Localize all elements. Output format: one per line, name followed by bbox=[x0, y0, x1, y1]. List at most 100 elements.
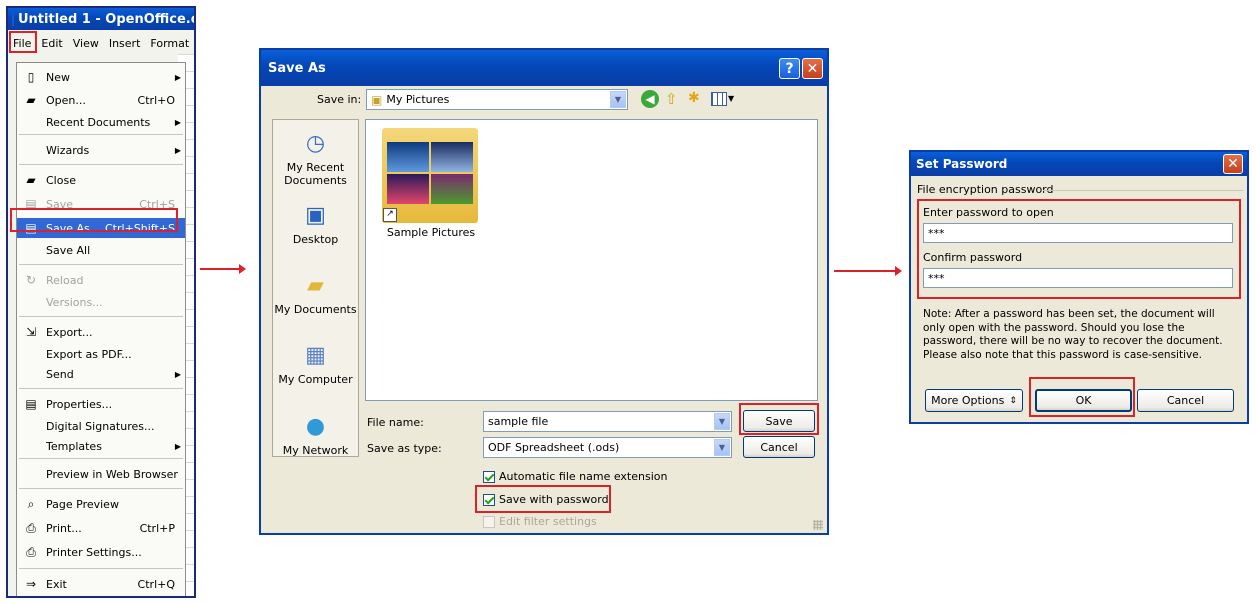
file-menu-item-send[interactable]: Send ▶ bbox=[17, 364, 185, 384]
file-menu-item-recent-documents[interactable]: Recent Documents ▶ bbox=[17, 112, 185, 132]
file-menu-item-export-as-pdf[interactable]: Export as PDF... bbox=[17, 344, 185, 364]
confirm-password-field[interactable]: *** bbox=[923, 268, 1233, 288]
file-menu-item-label: Templates bbox=[46, 439, 102, 453]
chevron-down-icon[interactable]: ▼ bbox=[714, 439, 730, 456]
pictures-folder-icon: ▣ bbox=[371, 92, 383, 107]
save-button[interactable]: Save bbox=[743, 410, 815, 432]
menu-edit[interactable]: Edit bbox=[36, 37, 67, 50]
close-icon[interactable]: ✕ bbox=[802, 58, 823, 79]
file-list[interactable]: ↗ Sample Pictures bbox=[365, 119, 818, 401]
view-menu-icon[interactable] bbox=[711, 92, 727, 106]
edit-filter-option: Edit filter settings bbox=[483, 515, 597, 528]
save-as-titlebar: Save As bbox=[261, 50, 827, 86]
file-menu-item-preview-in-web-browser[interactable]: Preview in Web Browser bbox=[17, 464, 185, 484]
enter-password-field[interactable]: *** bbox=[923, 223, 1233, 243]
file-menu-item-digital-signatures[interactable]: Digital Signatures... bbox=[17, 416, 185, 436]
file-menu-item-new[interactable]: ▯ New ▶ bbox=[17, 67, 185, 87]
file-menu-item-label: Close bbox=[46, 173, 76, 187]
place-desktop[interactable]: ▣ Desktop bbox=[273, 200, 358, 246]
file-menu-item-label: Open... bbox=[46, 93, 86, 107]
file-menu-item-exit[interactable]: ⇒ Exit Ctrl+Q bbox=[17, 574, 185, 594]
save-type-dropdown[interactable]: ODF Spreadsheet (.ods) ▼ bbox=[483, 437, 732, 458]
openoffice-menubar: File Edit View Insert Format bbox=[8, 32, 194, 54]
more-options-button[interactable]: More Options ⇕ bbox=[925, 389, 1023, 412]
save-type-label: Save as type: bbox=[367, 442, 442, 455]
expand-icon: ⇕ bbox=[1009, 395, 1017, 406]
close-document-icon: ▰ bbox=[26, 173, 36, 187]
file-name-input[interactable]: sample file ▼ bbox=[483, 411, 732, 432]
auto-extension-label: Automatic file name extension bbox=[499, 470, 668, 483]
menu-file[interactable]: File bbox=[8, 37, 36, 50]
file-menu-item-templates[interactable]: Templates ▶ bbox=[17, 436, 185, 456]
file-menu-item-page-preview[interactable]: ⌕ Page Preview bbox=[17, 494, 185, 514]
reload-icon: ↻ bbox=[25, 273, 37, 287]
file-menu-item-open[interactable]: ▰ Open... Ctrl+O bbox=[17, 90, 185, 110]
place-recent[interactable]: ◷ My Recent Documents bbox=[273, 128, 358, 187]
auto-extension-checkbox[interactable] bbox=[483, 471, 495, 483]
back-icon[interactable]: ◀ bbox=[641, 90, 659, 108]
place-my-network[interactable]: ● My Network bbox=[273, 411, 358, 457]
help-icon[interactable]: ? bbox=[779, 58, 800, 79]
file-menu-item-print[interactable]: ⎙ Print... Ctrl+P bbox=[17, 518, 185, 538]
edit-filter-checkbox bbox=[483, 516, 495, 528]
export-icon: ⇲ bbox=[25, 325, 37, 339]
view-dropdown-icon[interactable]: ▼ bbox=[728, 94, 734, 103]
file-menu-item-label: Save bbox=[46, 197, 74, 211]
sample-pictures-folder-icon[interactable]: ↗ bbox=[382, 128, 478, 223]
password-note: Note: After a password has been set, the… bbox=[923, 308, 1223, 361]
menu-separator bbox=[19, 316, 183, 317]
more-options-label: More Options bbox=[931, 394, 1005, 407]
menu-view[interactable]: View bbox=[68, 37, 104, 50]
chevron-down-icon[interactable]: ▼ bbox=[610, 91, 626, 108]
file-menu-item-save-all[interactable]: Save All bbox=[17, 240, 185, 260]
file-menu-item-export[interactable]: ⇲ Export... bbox=[17, 322, 185, 342]
file-menu-item-save-as[interactable]: ▤ Save As... Ctrl+Shift+S bbox=[17, 218, 185, 238]
save-with-password-checkbox[interactable] bbox=[483, 494, 495, 506]
exit-icon: ⇒ bbox=[25, 577, 37, 591]
thumb-2 bbox=[431, 142, 473, 172]
place-my-computer[interactable]: ▦ My Computer bbox=[273, 340, 358, 386]
resize-grip-icon[interactable] bbox=[813, 520, 823, 530]
my-documents-icon: ▰ bbox=[307, 272, 324, 298]
menu-icon-spacer bbox=[23, 366, 39, 382]
ok-button[interactable]: OK bbox=[1035, 389, 1132, 412]
file-menu-item-save: ▤ Save Ctrl+S bbox=[17, 194, 185, 214]
file-menu-item-close[interactable]: ▰ Close bbox=[17, 170, 185, 190]
file-menu-item-wizards[interactable]: Wizards ▶ bbox=[17, 140, 185, 160]
menu-separator bbox=[19, 264, 183, 265]
cancel-button[interactable]: Cancel bbox=[1137, 389, 1234, 412]
places-bar: ◷ My Recent Documents ▣ Desktop ▰ My Doc… bbox=[272, 119, 359, 457]
new-folder-icon[interactable]: ✱ bbox=[688, 90, 700, 106]
auto-extension-option[interactable]: Automatic file name extension bbox=[483, 470, 667, 483]
file-menu-item-shortcut: Ctrl+O bbox=[137, 93, 175, 107]
save-with-password-option[interactable]: Save with password bbox=[483, 493, 609, 506]
chevron-down-icon[interactable]: ▼ bbox=[714, 413, 730, 430]
file-menu-item-label: Wizards bbox=[46, 143, 90, 157]
file-menu-item-label: Reload bbox=[46, 273, 84, 287]
save-icon: ▤ bbox=[25, 197, 37, 211]
printer-icon: ⎙ bbox=[26, 520, 36, 535]
close-icon[interactable]: ✕ bbox=[1223, 154, 1243, 174]
openoffice-window: Untitled 1 - OpenOffice.org File Edit Vi… bbox=[6, 6, 196, 598]
menu-separator bbox=[19, 568, 183, 569]
file-menu-item-properties[interactable]: ▤ Properties... bbox=[17, 394, 185, 414]
menu-icon-spacer bbox=[23, 242, 39, 258]
open-folder-icon: ▰ bbox=[26, 93, 36, 107]
file-menu-item-label: Printer Settings... bbox=[46, 545, 142, 559]
place-my-documents[interactable]: ▰ My Documents bbox=[273, 270, 358, 316]
menu-icon-spacer bbox=[23, 294, 39, 310]
menu-format[interactable]: Format bbox=[145, 37, 194, 50]
file-menu-item-label: Preview in Web Browser bbox=[46, 467, 178, 481]
up-folder-icon[interactable]: ⇧ bbox=[665, 90, 678, 108]
file-menu-item-printer-settings[interactable]: ⎙ Printer Settings... bbox=[17, 542, 185, 562]
save-in-dropdown[interactable]: ▣ My Pictures ▼ bbox=[366, 89, 628, 110]
my-computer-icon: ▦ bbox=[305, 342, 326, 368]
file-menu-item-shortcut: Ctrl+Shift+S bbox=[105, 221, 175, 235]
menu-insert[interactable]: Insert bbox=[104, 37, 146, 50]
save-as-dialog: Save As ? ✕ Save in: ▣ My Pictures ▼ ◀ ⇧… bbox=[259, 48, 829, 535]
set-password-titlebar: Set Password bbox=[911, 152, 1247, 176]
submenu-arrow-icon: ▶ bbox=[174, 145, 181, 155]
page-preview-icon: ⌕ bbox=[27, 496, 35, 511]
cancel-button[interactable]: Cancel bbox=[743, 436, 815, 458]
submenu-arrow-icon: ▶ bbox=[174, 369, 181, 379]
